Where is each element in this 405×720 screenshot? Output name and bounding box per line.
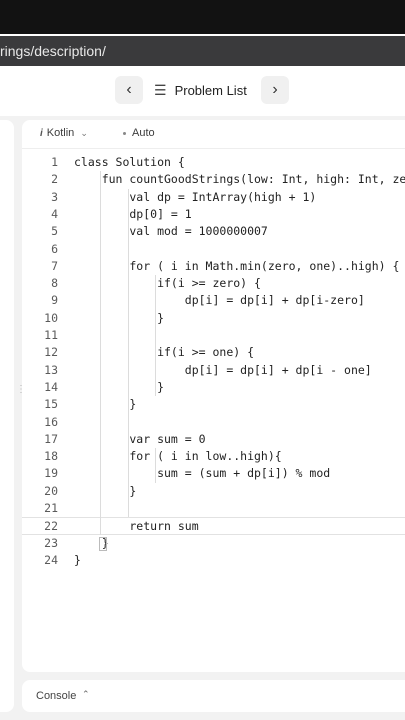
line-number: 12 [44,345,58,360]
code-line[interactable]: 17 var sum = 0 [22,431,405,448]
console-label: Console [36,690,77,702]
console-bar[interactable]: Console ⌃ [22,680,405,712]
code-text: val dp = IntArray(high + 1) [74,189,317,204]
code-line[interactable]: 16 [22,414,405,431]
code-text: var sum = 0 [74,431,206,446]
code-line[interactable]: 8 if(i >= zero) { [22,275,405,292]
code-text: for ( i in low..high){ [74,449,282,464]
code-text: fun countGoodStrings(low: Int, high: Int… [74,172,405,187]
code-line[interactable]: 18 for ( i in low..high){ [22,448,405,465]
code-editor-panel: i Kotlin ⌄ Auto 1 class Solution { 2 fun c… [22,120,405,672]
code-text: dp[0] = 1 [74,206,192,221]
line-number: 9 [51,293,58,308]
chevron-down-icon: ⌄ [80,127,88,138]
mode-label: Auto [132,127,155,139]
code-line[interactable]: 19 sum = (sum + dp[i]) % mod [22,465,405,482]
bracket-match-highlight [99,536,107,551]
dot-icon [123,131,126,135]
info-icon: i [40,127,43,139]
code-text: } [74,552,81,567]
auto-mode-toggle[interactable]: Auto [123,127,155,139]
description-panel [0,120,14,712]
code-area[interactable]: 1 class Solution { 2 fun countGoodStrings(… [22,154,405,574]
chevron-right-icon: › [272,81,278,98]
code-text: class Solution { [74,155,185,169]
editor-toolbar: i Kotlin ⌄ Auto [22,120,405,149]
code-text: return sum [74,519,199,534]
code-text: dp[i] = dp[i] + dp[i - one] [74,362,372,377]
code-line[interactable]: 6 [22,241,405,258]
code-line[interactable]: 22 return sum [22,517,405,535]
line-number: 22 [44,519,58,534]
code-line[interactable]: 7 for ( i in Math.min(zero, one)..high) … [22,258,405,275]
code-text: } [74,397,137,412]
problem-header: ‹ ☰ Problem List › [0,66,405,117]
line-number: 17 [44,431,58,446]
line-number: 1 [51,155,58,169]
indent-guide [128,188,129,518]
url-text: rings/description/ [0,43,106,59]
line-number: 10 [44,310,58,325]
chevron-left-icon: ‹ [126,81,132,98]
code-text: for ( i in Math.min(zero, one)..high) { [74,258,400,273]
code-text: } [74,483,137,498]
code-line[interactable]: 15 } [22,396,405,413]
browser-top-bar [0,0,405,34]
list-icon: ☰ [154,81,167,98]
line-number: 13 [44,362,58,377]
code-line[interactable]: 20 } [22,483,405,500]
indent-guide [100,171,101,535]
code-line[interactable]: 24} [22,552,405,569]
line-number: 5 [51,224,58,239]
code-line[interactable]: 11 [22,327,405,344]
line-number: 19 [44,466,58,481]
language-label: Kotlin [46,127,75,139]
code-line[interactable]: 23 } [22,535,405,552]
code-text: } [74,379,165,394]
code-line[interactable]: 10 } [22,310,405,327]
next-problem-button[interactable]: › [261,76,289,104]
code-line[interactable]: 5 val mod = 1000000007 [22,223,405,240]
line-number: 11 [44,328,58,342]
problem-list-button[interactable]: ☰ Problem List [154,76,247,104]
code-line[interactable]: 1 class Solution { [22,154,405,171]
line-number: 21 [44,501,58,515]
code-line[interactable]: 13 dp[i] = dp[i] + dp[i - one] [22,362,405,379]
line-number: 20 [44,483,58,498]
code-line[interactable]: 14 } [22,379,405,396]
line-number: 7 [51,258,58,273]
line-number: 4 [51,206,58,221]
line-number: 14 [44,379,58,394]
code-text: if(i >= zero) { [74,276,261,291]
line-number: 24 [44,552,58,567]
line-number: 6 [51,241,58,256]
prev-problem-button[interactable]: ‹ [115,76,143,104]
address-bar[interactable]: rings/description/ [0,36,405,66]
code-line[interactable]: 4 dp[0] = 1 [22,206,405,223]
code-text: dp[i] = dp[i] + dp[i-zero] [74,293,365,308]
code-text: val mod = 1000000007 [74,224,268,239]
line-number: 16 [44,414,58,429]
line-number: 3 [51,189,58,204]
line-number: 15 [44,397,58,412]
code-line[interactable]: 21 [22,500,405,517]
code-line[interactable]: 3 val dp = IntArray(high + 1) [22,189,405,206]
language-selector[interactable]: i Kotlin ⌄ [40,127,88,139]
code-text: if(i >= one) { [74,345,255,360]
code-text: sum = (sum + dp[i]) % mod [74,466,331,481]
chevron-up-icon: ⌃ [82,689,90,699]
code-line[interactable]: 2 fun countGoodStrings(low: Int, high: I… [22,171,405,188]
line-number: 8 [51,276,58,291]
line-number: 18 [44,449,58,464]
indent-guide [155,448,156,483]
line-number: 2 [51,172,58,187]
line-number: 23 [44,535,58,550]
problem-list-label: Problem List [174,82,247,98]
code-line[interactable]: 9 dp[i] = dp[i] + dp[i-zero] [22,292,405,309]
code-text: } [74,310,165,325]
indent-guide [155,275,156,397]
code-line[interactable]: 12 if(i >= one) { [22,344,405,361]
